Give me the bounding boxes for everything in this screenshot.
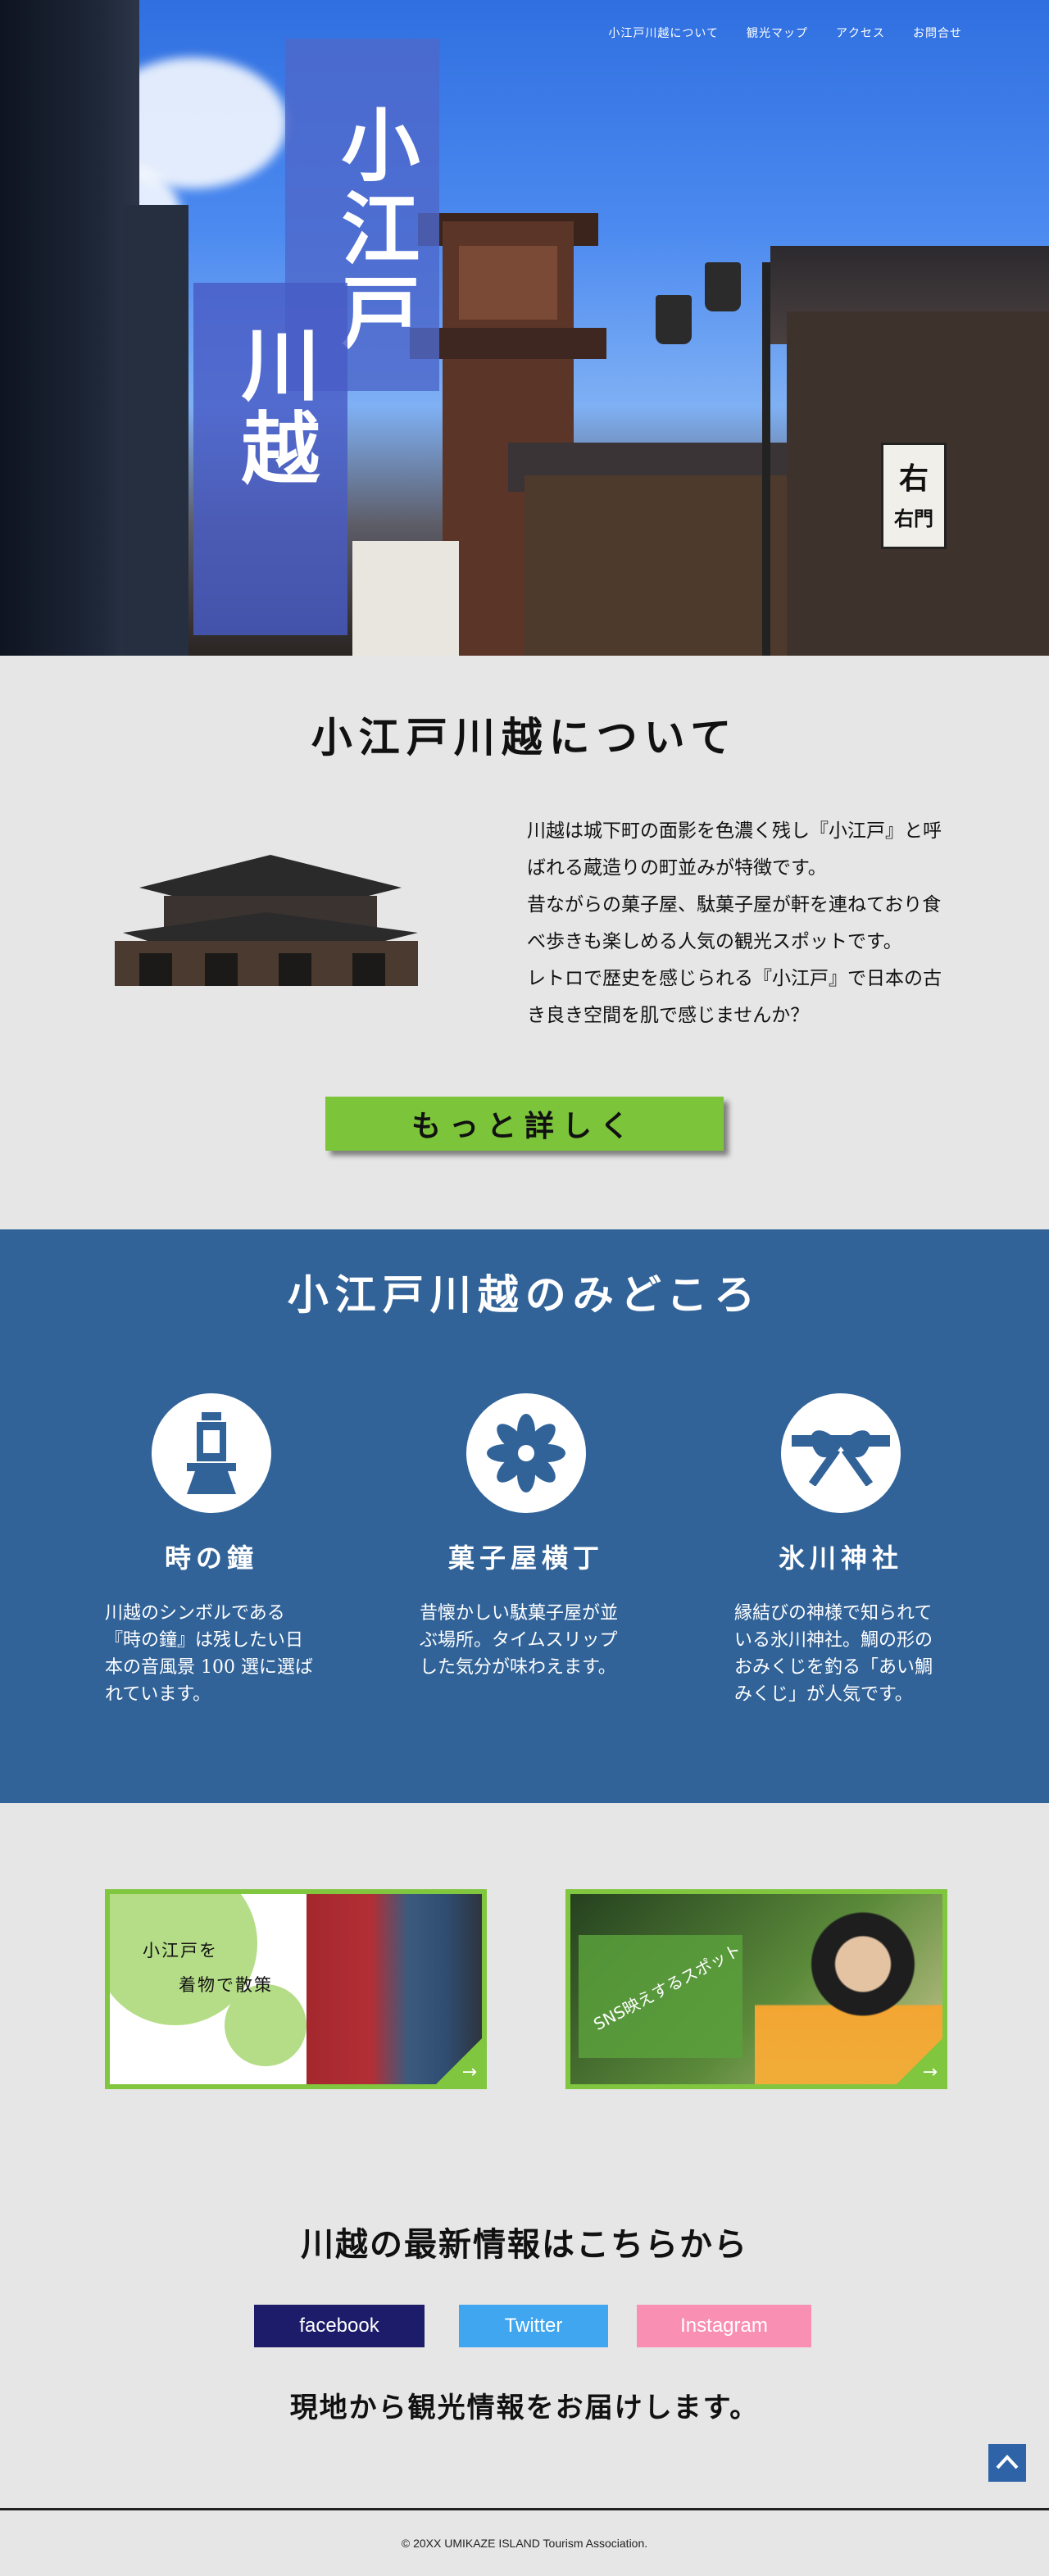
- title-block-lower: 川越: [193, 283, 347, 635]
- nav-item-access[interactable]: アクセス: [836, 25, 885, 41]
- nav-item-contact[interactable]: お問合せ: [913, 25, 962, 41]
- sns-spot-banner[interactable]: SNS映えするスポット →: [565, 1889, 947, 2089]
- hero-title-line2: 川越: [228, 324, 320, 491]
- street-lamp-post: [762, 262, 770, 656]
- kimono-stroll-banner[interactable]: 小江戸を 着物で散策 →: [105, 1889, 487, 2089]
- spot-name: 氷川神社: [778, 1542, 903, 1574]
- more-details-button[interactable]: もっと詳しく: [325, 1097, 724, 1151]
- spot-description: 川越のシンボルである『時の鐘』は残したい日本の音風景 100 選に選ばれています…: [105, 1603, 313, 1705]
- spot-bell-tower: 時の鐘 川越のシンボルである『時の鐘』は残したい日本の音風景 100 選に選ばれ…: [105, 1393, 318, 1708]
- arrow-right-icon: →: [461, 2062, 477, 2083]
- spot-hikawa-shrine: 氷川神社 縁結びの神様で知られている氷川神社。鯛の形のおみくじを釣る「あい鯛みく…: [734, 1393, 947, 1708]
- spot-description: 縁結びの神様で知られている氷川神社。鯛の形のおみくじを釣る「あい鯛みくじ」が人気…: [734, 1603, 933, 1705]
- about-paragraph: 川越は城下町の面影を色濃く残し『小江戸』と呼ばれる蔵造りの町並みが特徴です。: [527, 820, 942, 879]
- hero-section: 右 右門 小江戸 川越 小江戸川越について 観光マップ アクセス お問合せ: [0, 0, 1049, 656]
- shop-sign: 右 右門: [881, 443, 947, 549]
- shop-sign-char: 右: [898, 461, 929, 496]
- nav-item-about[interactable]: 小江戸川越について: [608, 25, 719, 41]
- banner-caption: 小江戸を 着物で散策: [143, 1933, 273, 2002]
- latest-title: 川越の最新情報はこちらから: [301, 2225, 748, 2264]
- about-text: 川越は城下町の面影を色濃く残し『小江戸』と呼ばれる蔵造りの町並みが特徴です。 昔…: [527, 813, 953, 1034]
- about-title: 小江戸川越について: [311, 713, 738, 761]
- banner-section: 小江戸を 着物で散策 → SNS映えするスポット →: [0, 1803, 1049, 2164]
- street-lamp: [656, 295, 692, 344]
- left-building: [0, 0, 139, 656]
- tower-middle-roof: [410, 328, 606, 359]
- twitter-button[interactable]: Twitter: [459, 2305, 608, 2347]
- spot-name: 菓子屋横丁: [447, 1542, 604, 1574]
- shop-sign-text: 右門: [894, 507, 933, 530]
- nav-item-map[interactable]: 観光マップ: [747, 25, 808, 41]
- spot-candy-alley: 菓子屋横丁 昔懐かしい駄菓子屋が並ぶ場所。タイムスリップした気分が味わえます。: [420, 1393, 633, 1681]
- banner-caption-line1: 小江戸を: [143, 1941, 218, 1960]
- footer: © 20XX UMIKAZE ISLAND Tourism Associatio…: [0, 2508, 1049, 2575]
- spot-description: 昔懐かしい駄菓子屋が並ぶ場所。タイムスリップした気分が味わえます。: [420, 1603, 619, 1678]
- arrow-right-icon: →: [922, 2062, 938, 2083]
- white-wall-building: [352, 541, 459, 656]
- banner-caption-line2: 着物で散策: [179, 1975, 273, 1995]
- instagram-button[interactable]: Instagram: [637, 2305, 811, 2347]
- about-paragraph: レトロで歴史を感じられる『小江戸』で日本の古き良き空間を肌で感じませんか？: [527, 968, 942, 1026]
- flower-icon: [466, 1393, 586, 1513]
- facebook-button[interactable]: facebook: [254, 2305, 425, 2347]
- copyright: © 20XX UMIKAZE ISLAND Tourism Associatio…: [401, 2537, 648, 2550]
- warehouse-building-image: [107, 838, 426, 986]
- left-building-edge: [123, 205, 188, 656]
- about-section: 小江戸川越について 川越は城下町の面影を色濃く残し『小江戸』と呼ばれる蔵造りの町…: [0, 656, 1049, 1229]
- ribbon-knot-icon: [781, 1393, 901, 1513]
- top-nav: 小江戸川越について 観光マップ アクセス お問合せ: [608, 25, 962, 41]
- street-lamp: [705, 262, 741, 311]
- highlights-title: 小江戸川越のみどころ: [287, 1270, 762, 1319]
- highlights-section: 小江戸川越のみどころ 時の鐘 川越のシンボルである『時の鐘』は残したい日本の音風…: [0, 1229, 1049, 1803]
- latest-info-section: 川越の最新情報はこちらから facebook Twitter Instagram…: [0, 2164, 1049, 2508]
- latest-subtitle: 現地から観光情報をお届けします。: [289, 2392, 760, 2424]
- tower-upper: [459, 246, 557, 320]
- back-to-top-button[interactable]: [988, 2444, 1026, 2482]
- chevron-up-icon: [996, 2455, 1019, 2469]
- spot-name: 時の鐘: [164, 1542, 258, 1574]
- bell-tower-icon: [152, 1393, 271, 1513]
- about-paragraph: 昔ながらの菓子屋、駄菓子屋が軒を連ねており食べ歩きも楽しめる人気の観光スポットで…: [527, 894, 942, 952]
